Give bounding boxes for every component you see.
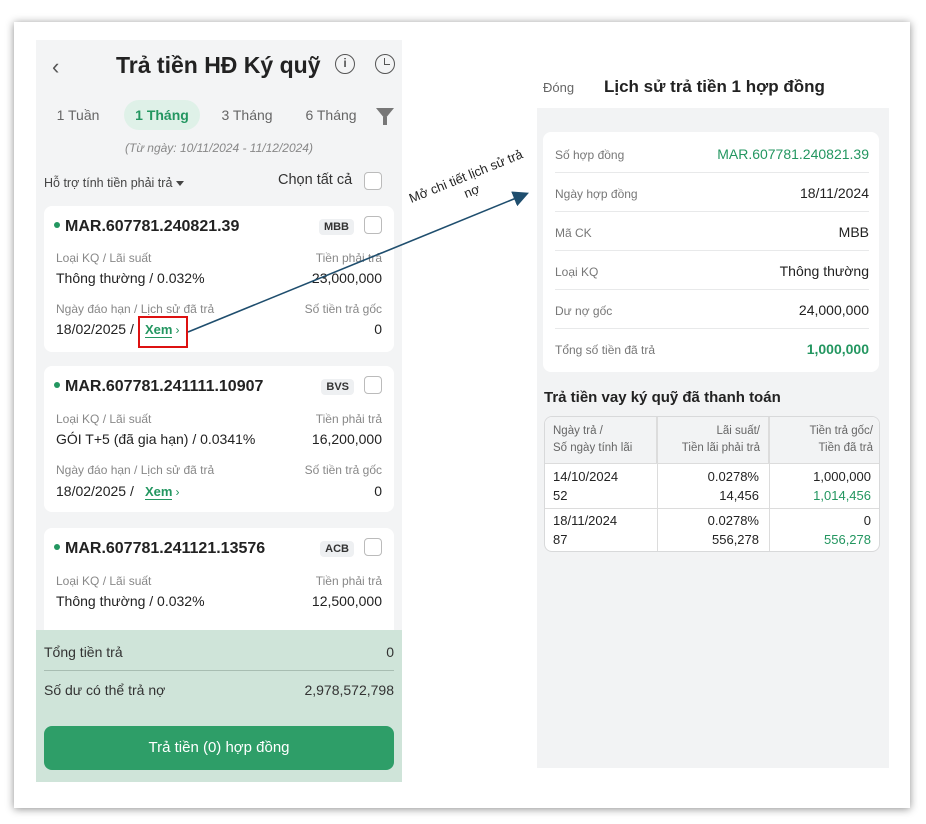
pay-label: Tiền phải trả <box>315 574 382 588</box>
total-value: 0 <box>386 644 394 660</box>
table-header: Ngày trả / Số ngày tính lãi <box>545 417 657 463</box>
principal-value: 0 <box>374 483 382 499</box>
status-dot <box>54 381 60 388</box>
pay-label: Tiền phải trả <box>315 251 382 265</box>
view-history-link[interactable]: Xem › <box>145 483 179 500</box>
page-title: Lịch sử trả tiền 1 hợp đồng <box>604 77 825 96</box>
repay-contracts-screen: ‹ Trả tiền HĐ Ký quỹ i 1 Tuần 1 Tháng 3 … <box>36 40 402 782</box>
select-all-checkbox[interactable] <box>364 172 382 190</box>
balance-value: 2,978,572,798 <box>304 682 394 698</box>
close-button[interactable]: Đóng <box>543 80 574 95</box>
type-value: Thông thường / 0.032% <box>56 593 205 609</box>
due-label: Ngày đáo hạn / Lịch sử đã trả <box>56 302 215 316</box>
support-calc-dropdown[interactable]: Hỗ trợ tính tiền phải trả <box>44 176 185 190</box>
summary-footer: Tổng tiền trả 0 Số dư có thể trả nợ 2,97… <box>36 630 402 782</box>
type-value: Thông thường / 0.032% <box>56 270 205 286</box>
tab-1-month[interactable]: 1 Tháng <box>124 100 200 130</box>
info-row: Loại KQ Thông thường <box>555 251 869 290</box>
tab-3-months[interactable]: 3 Tháng <box>208 100 286 130</box>
info-row: Mã CK MBB <box>555 212 869 251</box>
page-title: Trả tiền HĐ Ký quỹ <box>116 52 321 78</box>
history-icon[interactable] <box>375 54 395 74</box>
bank-badge: ACB <box>320 541 354 557</box>
type-label: Loại KQ / Lãi suất <box>56 412 152 426</box>
principal-label: Số tiền trả gốc <box>304 463 382 477</box>
section-title: Trả tiền vay ký quỹ đã thanh toán <box>544 389 781 406</box>
header: Đóng Lịch sử trả tiền 1 hợp đồng <box>537 66 889 108</box>
filter-icon[interactable] <box>376 108 394 125</box>
support-calc-label: Hỗ trợ tính tiền phải trả <box>44 176 173 190</box>
type-label: Loại KQ / Lãi suất <box>56 251 152 265</box>
contract-card: MAR.607781.240821.39 MBB Loại KQ / Lãi s… <box>44 206 394 352</box>
total-label: Tổng tiền trả <box>44 644 123 660</box>
back-icon[interactable]: ‹ <box>52 54 59 80</box>
bank-badge: MBB <box>318 219 354 235</box>
type-label: Loại KQ / Lãi suất <box>56 574 152 588</box>
due-value: 18/02/2025 / <box>56 321 134 337</box>
info-row: Tổng số tiền đã trả 1,000,000 <box>555 341 869 357</box>
contract-checkbox[interactable] <box>364 538 382 556</box>
table-cell: 0 <box>863 513 871 528</box>
pay-label: Tiền phải trả <box>315 412 382 426</box>
table-cell: 1,014,456 <box>813 488 871 503</box>
contract-checkbox[interactable] <box>364 376 382 394</box>
payment-history-screen: Đóng Lịch sử trả tiền 1 hợp đồng Số hợp … <box>537 66 889 768</box>
table-cell: 1,000,000 <box>813 469 871 484</box>
status-dot <box>54 543 60 550</box>
pay-value: 16,200,000 <box>311 431 382 447</box>
contract-id: MAR.607781.241121.13576 <box>54 540 265 558</box>
principal-label: Số tiền trả gốc <box>304 302 382 316</box>
divider <box>44 670 394 671</box>
pay-value: 12,500,000 <box>311 593 382 609</box>
contract-id: MAR.607781.241111.10907 <box>54 378 263 396</box>
highlight-box <box>138 316 188 348</box>
contract-info-card: Số hợp đồng MAR.607781.240821.39 Ngày hợp… <box>543 132 879 372</box>
table-cell: 556,278 <box>824 532 871 547</box>
table-header: Tiền trả gốc/ Tiền đã trả <box>769 417 879 463</box>
tab-6-months[interactable]: 6 Tháng <box>292 100 370 130</box>
due-label: Ngày đáo hạn / Lịch sử đã trả <box>56 463 215 477</box>
balance-label: Số dư có thể trả nợ <box>44 682 166 698</box>
info-row: Dư nợ gốc 24,000,000 <box>555 290 869 329</box>
table-cell: 0.0278% <box>707 469 759 484</box>
due-value: 18/02/2025 / <box>56 483 134 499</box>
table-cell: 87 <box>553 532 568 547</box>
select-all-label: Chọn tất cả <box>278 172 353 188</box>
info-icon[interactable]: i <box>335 54 355 74</box>
contract-checkbox[interactable] <box>364 216 382 234</box>
date-range: (Từ ngày: 10/11/2024 - 11/12/2024) <box>125 141 313 155</box>
period-tabs: 1 Tuần 1 Tháng 3 Tháng 6 Tháng <box>44 100 402 130</box>
info-row: Số hợp đồng MAR.607781.240821.39 <box>555 134 869 173</box>
table-cell: 14,456 <box>719 488 759 503</box>
pay-button[interactable]: Trả tiền (0) hợp đồng <box>44 726 394 770</box>
table-cell: 52 <box>553 488 568 503</box>
contract-card: MAR.607781.241111.10907 BVS Loại KQ / Lã… <box>44 366 394 512</box>
type-value: GÓI T+5 (đã gia hạn) / 0.0341% <box>56 431 256 447</box>
table-cell: 14/10/2024 <box>553 469 619 484</box>
info-row: Ngày hợp đồng 18/11/2024 <box>555 173 869 212</box>
table-cell: 0.0278% <box>707 513 759 528</box>
pay-value: 23,000,000 <box>311 270 382 286</box>
table-header: Lãi suất/ Tiền lãi phải trả <box>657 417 769 463</box>
header: ‹ Trả tiền HĐ Ký quỹ i <box>36 40 402 96</box>
table-cell: 556,278 <box>712 532 759 547</box>
payment-table: Ngày trả / Số ngày tính lãi Lãi suất/ Ti… <box>544 416 880 552</box>
contract-id: MAR.607781.240821.39 <box>54 218 239 236</box>
principal-value: 0 <box>374 321 382 337</box>
tab-1-week[interactable]: 1 Tuần <box>46 100 110 130</box>
status-dot <box>54 221 60 228</box>
bank-badge: BVS <box>321 379 354 395</box>
table-cell: 18/11/2024 <box>553 513 618 528</box>
chevron-down-icon <box>176 181 185 187</box>
